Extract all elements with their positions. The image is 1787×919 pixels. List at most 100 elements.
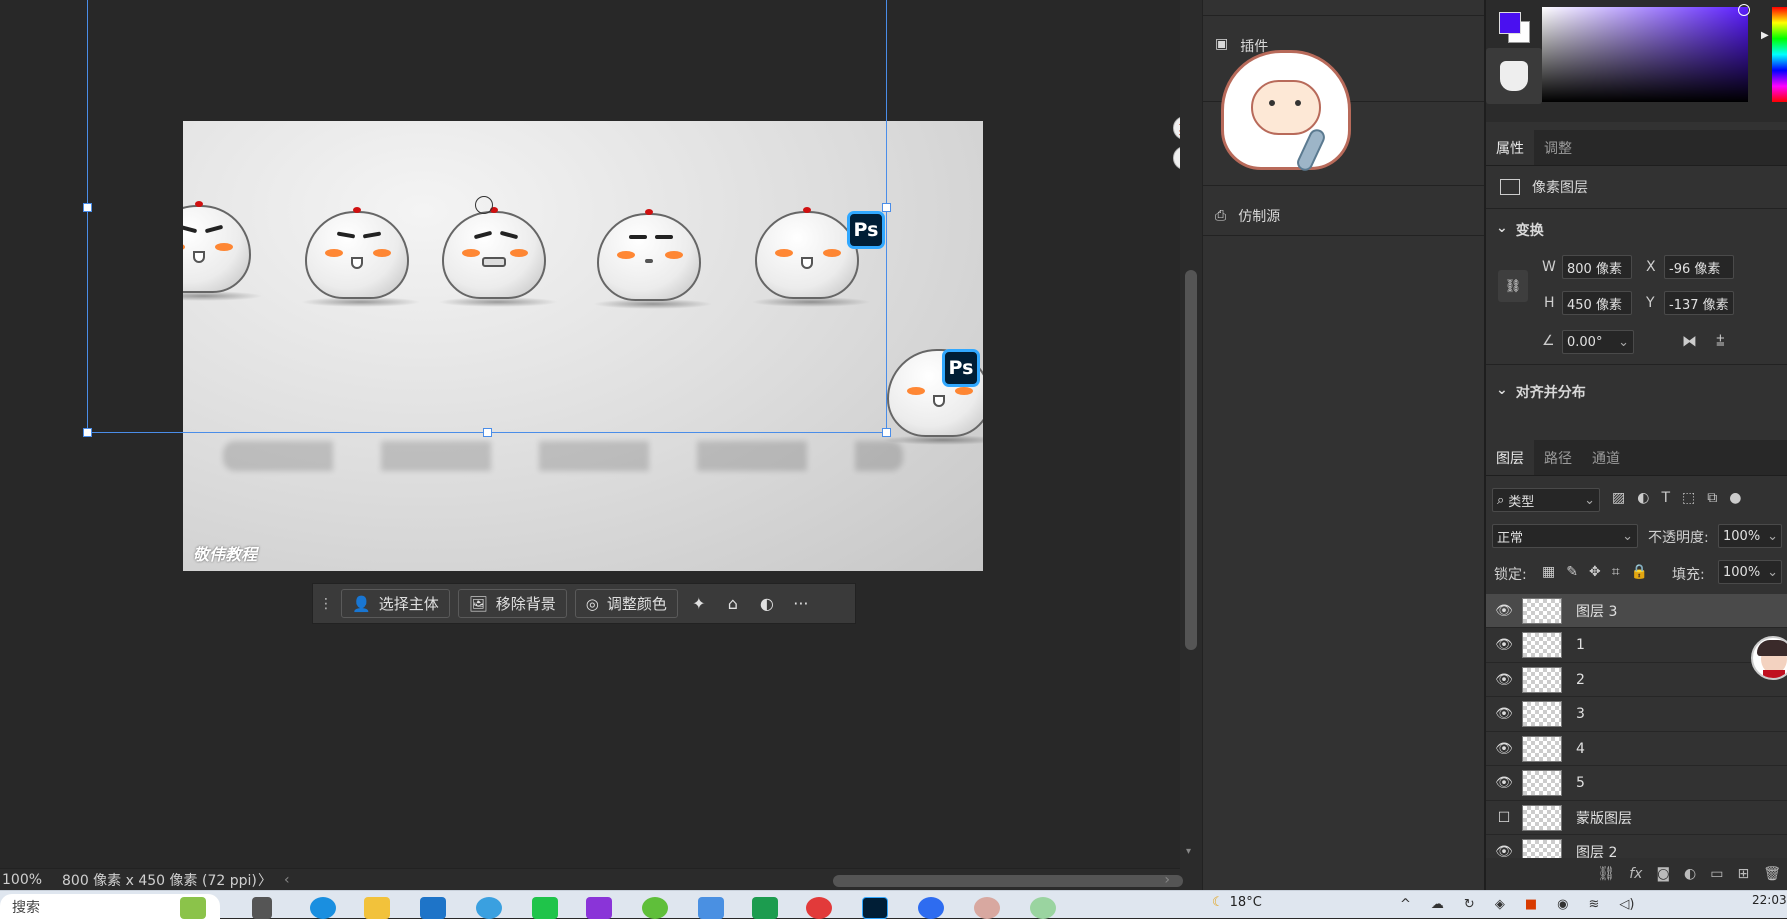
- flip-vertical-icon[interactable]: ⩲: [1716, 332, 1725, 350]
- align-section-header[interactable]: ⌄ 对齐并分布: [1496, 382, 1586, 402]
- notepad-icon[interactable]: [698, 897, 724, 919]
- filter-type-icon[interactable]: T: [1661, 490, 1670, 506]
- angle-dropdown-icon[interactable]: ⌄: [1618, 335, 1633, 350]
- tray-cloud-icon[interactable]: ☁: [1431, 897, 1444, 912]
- transform-section-header[interactable]: ⌄ 变换: [1496, 220, 1544, 240]
- clone-source-row[interactable]: ⎙ 仿制源: [1203, 196, 1485, 236]
- tray-network-icon[interactable]: ◉: [1557, 897, 1568, 912]
- filter-smart-object-icon[interactable]: ⧉: [1707, 490, 1717, 506]
- height-field[interactable]: 450 像素: [1562, 291, 1632, 315]
- link-dimensions-button[interactable]: ⛓: [1498, 270, 1528, 302]
- transform-handle-mid-right[interactable]: [882, 203, 891, 212]
- file-explorer-icon[interactable]: [364, 897, 390, 919]
- document-info[interactable]: 800 像素 x 450 像素 (72 ppi): [48, 870, 258, 890]
- new-group-icon[interactable]: ▭: [1710, 866, 1723, 882]
- transform-icon[interactable]: ⌂: [720, 589, 746, 618]
- tray-sync-icon[interactable]: ↻: [1464, 897, 1475, 912]
- scroll-right-arrow-icon[interactable]: ›: [1164, 872, 1170, 888]
- blend-mode-select[interactable]: 正常 ⌄: [1492, 524, 1638, 548]
- user-app-icon[interactable]: [974, 897, 1000, 919]
- scroll-left-arrow-icon[interactable]: ‹: [284, 872, 290, 888]
- weather-widget[interactable]: ☾ 18°C: [1212, 895, 1262, 910]
- photoshop-taskbar-icon[interactable]: [862, 897, 888, 919]
- wechat-icon[interactable]: [532, 897, 558, 919]
- vertical-scroll-thumb[interactable]: [1185, 270, 1197, 650]
- layer-row[interactable]: 👁 2: [1486, 663, 1787, 697]
- eye-icon[interactable]: 👁: [1486, 741, 1522, 757]
- status-expand-arrow[interactable]: 〉: [258, 870, 278, 890]
- vertical-scrollbar[interactable]: ▾: [1180, 0, 1202, 890]
- lock-all-icon[interactable]: 🔒: [1631, 564, 1648, 580]
- color-tool-button[interactable]: [1486, 48, 1542, 104]
- filter-adjustment-icon[interactable]: ◐: [1637, 490, 1649, 506]
- layer-row[interactable]: 👁 3: [1486, 698, 1787, 732]
- contrast-icon[interactable]: ◐: [754, 589, 780, 618]
- tray-office-icon[interactable]: ■: [1525, 897, 1537, 912]
- tab-properties[interactable]: 属性: [1486, 130, 1534, 165]
- color-picker-cursor[interactable]: [1738, 4, 1750, 16]
- eye-icon[interactable]: 👁: [1486, 603, 1522, 619]
- taskbar-clock[interactable]: 22:03: [1752, 893, 1787, 907]
- canvas-area[interactable]: Ps Ps 敬伟教程 ⋮ 👤 选择主体 🖼 移除背景 ◎ 调整颜色 ✦ ⌂ ◐ …: [0, 0, 1197, 868]
- x-field[interactable]: -96 像素: [1664, 255, 1734, 279]
- more-options-button[interactable]: ···: [788, 589, 814, 618]
- adjust-color-button[interactable]: ◎ 调整颜色: [574, 589, 678, 618]
- tray-chevron-up-icon[interactable]: ^: [1400, 897, 1411, 912]
- store-icon[interactable]: [420, 897, 446, 919]
- transform-handle-mid-left[interactable]: [83, 203, 92, 212]
- app-k-icon[interactable]: [918, 897, 944, 919]
- y-field[interactable]: -137 像素: [1664, 291, 1734, 315]
- hue-slider-arrow-icon[interactable]: ▶: [1761, 30, 1769, 41]
- eye-icon[interactable]: 👁: [1486, 844, 1522, 858]
- layer-row[interactable]: 👁 1: [1486, 629, 1787, 663]
- lock-transparent-icon[interactable]: ▦: [1542, 564, 1555, 580]
- transform-handle-bottom-mid[interactable]: [483, 428, 492, 437]
- layer-row[interactable]: 👁 4: [1486, 732, 1787, 766]
- app-flower-icon[interactable]: [1030, 897, 1056, 919]
- tray-wifi-icon[interactable]: ≋: [1588, 897, 1599, 912]
- horizontal-scrollbar[interactable]: ‹ ›: [278, 869, 1183, 891]
- color-picker-field[interactable]: [1542, 7, 1748, 102]
- fill-field[interactable]: 100% ⌄: [1718, 560, 1782, 584]
- filter-shape-icon[interactable]: ⬚: [1682, 490, 1695, 506]
- tab-paths[interactable]: 路径: [1534, 440, 1582, 475]
- ide-icon[interactable]: [586, 897, 612, 919]
- task-view-icon[interactable]: [252, 897, 272, 919]
- tab-channels[interactable]: 通道: [1582, 440, 1630, 475]
- layer-style-button[interactable]: fx: [1629, 866, 1642, 882]
- filter-toggle-icon[interactable]: ●: [1729, 490, 1741, 506]
- tab-layers[interactable]: 图层: [1486, 440, 1534, 475]
- layer-row[interactable]: ☐ 蒙版图层: [1486, 801, 1787, 835]
- tab-adjustments[interactable]: 调整: [1534, 130, 1582, 165]
- scroll-down-arrow-icon[interactable]: ▾: [1186, 846, 1191, 857]
- start-widget-icon[interactable]: [180, 897, 206, 919]
- opacity-field[interactable]: 100% ⌄: [1718, 524, 1782, 548]
- eye-icon[interactable]: 👁: [1486, 637, 1522, 653]
- app-dots-icon[interactable]: [806, 897, 832, 919]
- transform-handle-bottom-left[interactable]: [83, 428, 92, 437]
- tray-app-icon[interactable]: ◈: [1495, 897, 1505, 912]
- magic-wand-icon[interactable]: ✦: [686, 589, 712, 618]
- reference-point-icon[interactable]: [475, 196, 493, 214]
- layer-row[interactable]: 👁 图层 3: [1486, 594, 1787, 628]
- lock-brush-icon[interactable]: ✎: [1566, 564, 1578, 580]
- eye-icon[interactable]: 👁: [1486, 775, 1522, 791]
- filter-pixel-icon[interactable]: ▨: [1612, 490, 1625, 506]
- lock-position-icon[interactable]: ✥: [1589, 564, 1601, 580]
- remove-background-button[interactable]: 🖼 移除背景: [457, 589, 567, 618]
- width-field[interactable]: 800 像素: [1562, 255, 1632, 279]
- browser-icon[interactable]: [476, 897, 502, 919]
- adjustment-layer-icon[interactable]: ◐: [1684, 866, 1696, 882]
- delete-layer-icon[interactable]: 🗑: [1763, 866, 1781, 882]
- edge-browser-icon[interactable]: [310, 897, 336, 919]
- layer-row[interactable]: 👁 5: [1486, 767, 1787, 801]
- eye-icon[interactable]: 👁: [1486, 672, 1522, 688]
- transform-bounding-box[interactable]: [83, 0, 891, 437]
- transform-handle-bottom-right[interactable]: [882, 428, 891, 437]
- zoom-level[interactable]: 100%: [0, 872, 48, 888]
- foreground-color-swatch[interactable]: [1499, 12, 1521, 34]
- pycharm-icon[interactable]: [752, 897, 778, 919]
- hidden-eye-icon[interactable]: ☐: [1486, 810, 1522, 826]
- add-mask-icon[interactable]: ◙: [1656, 866, 1670, 882]
- hue-slider[interactable]: [1772, 7, 1787, 102]
